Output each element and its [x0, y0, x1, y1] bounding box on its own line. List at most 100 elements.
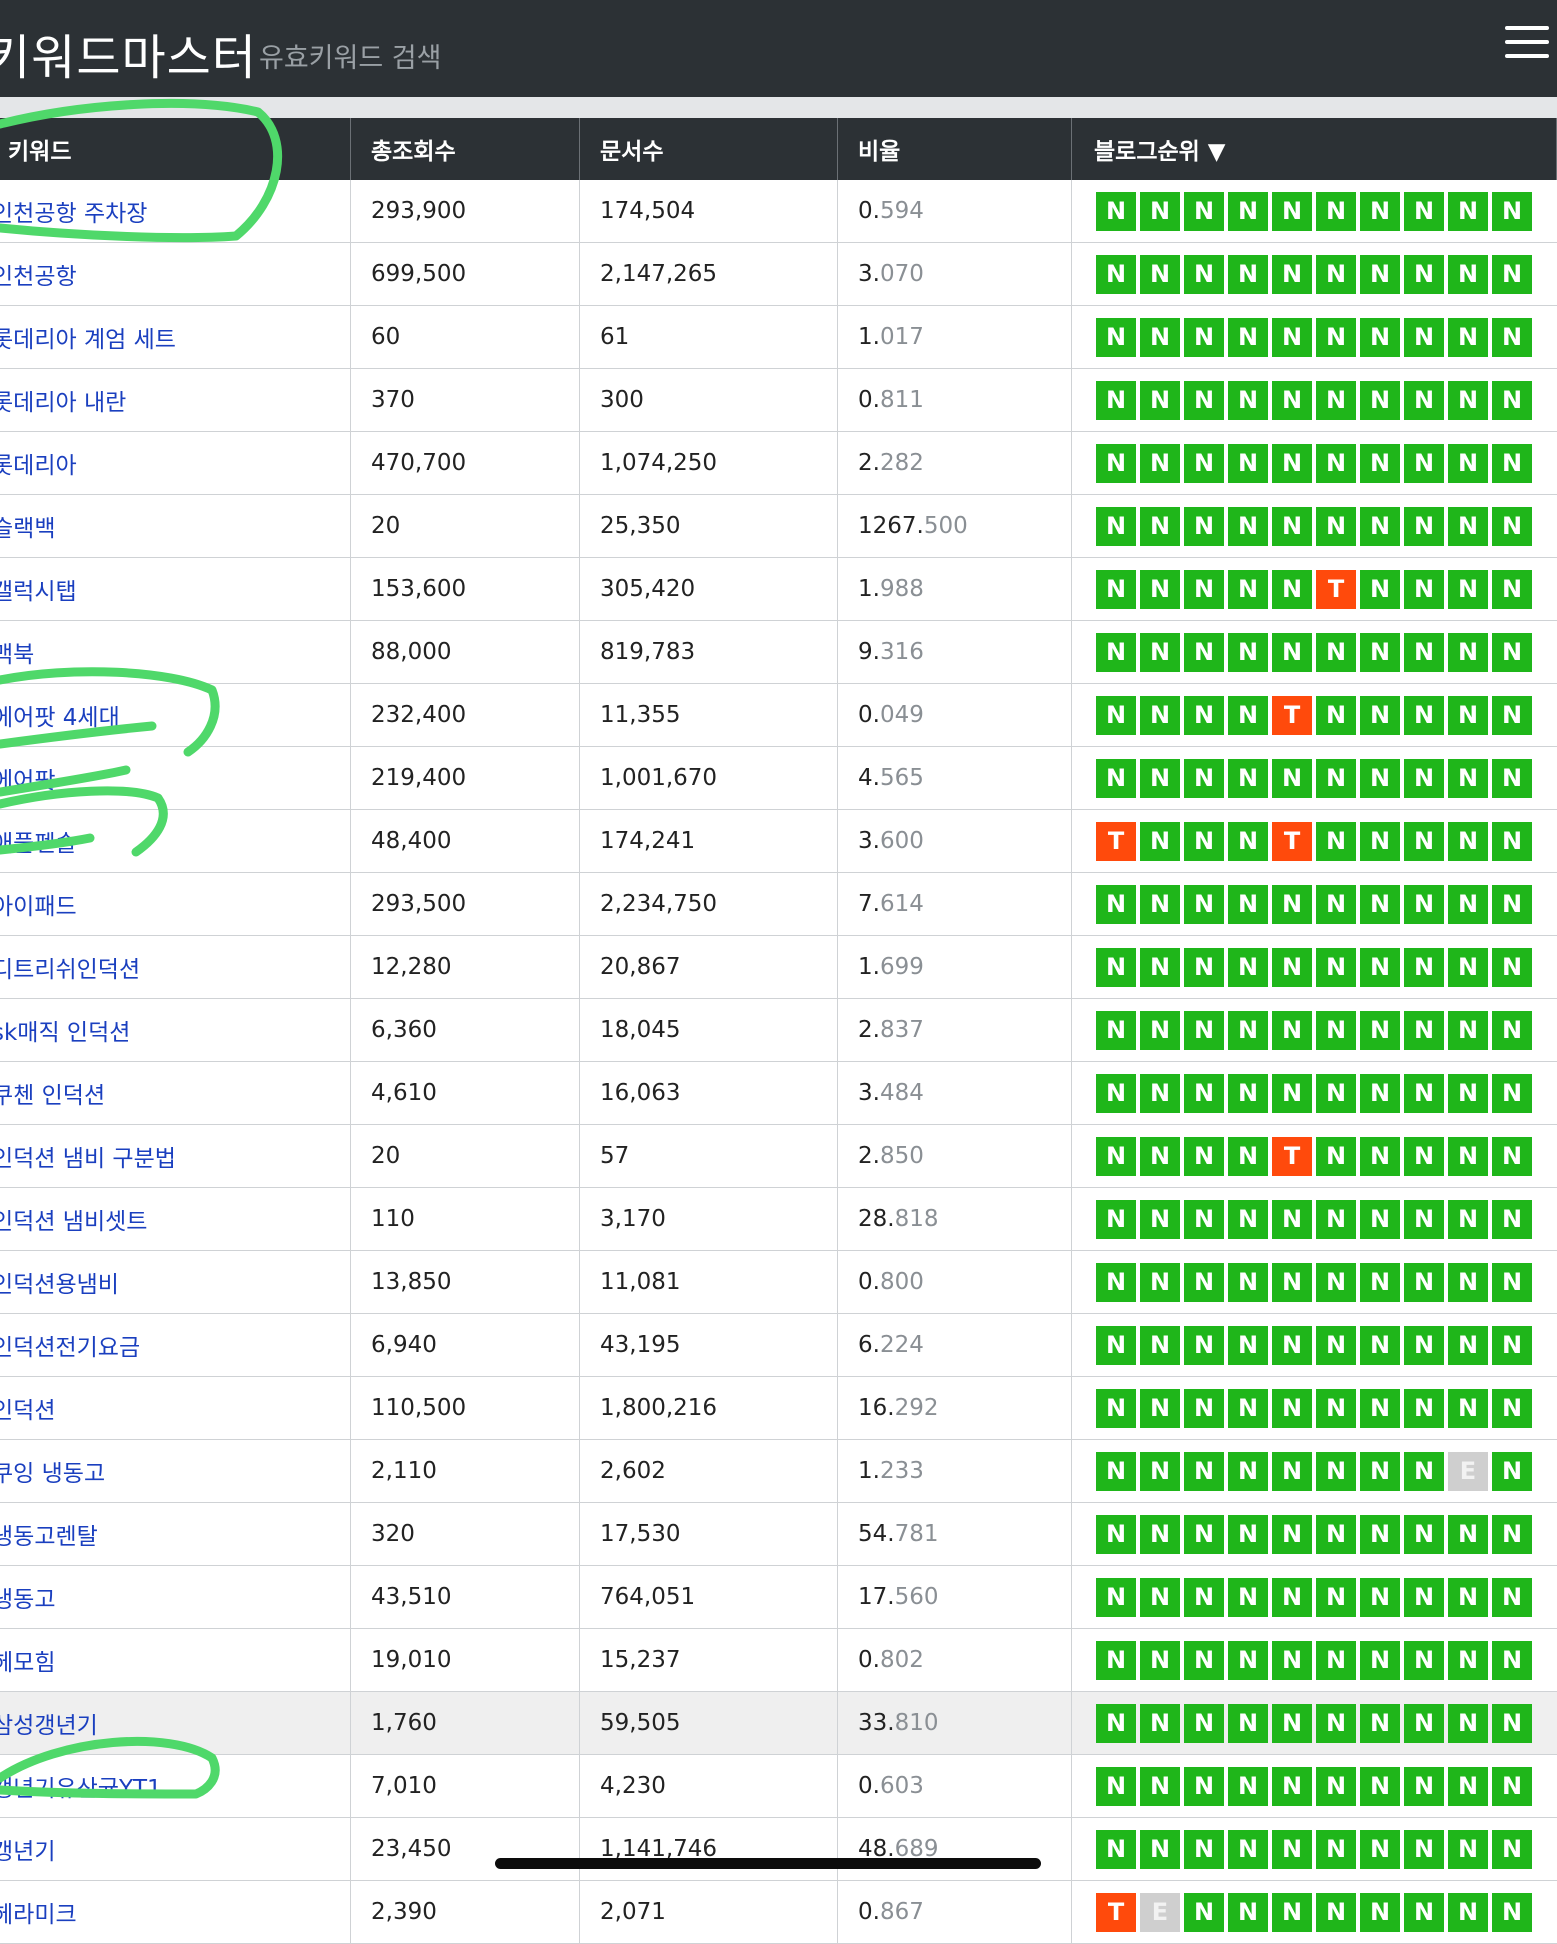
- rank-badge[interactable]: N: [1096, 1199, 1136, 1239]
- table-row[interactable]: 갱년기23,4501,141,74648.689NNNNNNNNNN: [0, 1818, 1557, 1881]
- keyword-link[interactable]: 헤라미크: [0, 1895, 77, 1929]
- rank-badge[interactable]: N: [1404, 758, 1444, 798]
- rank-badge[interactable]: N: [1272, 191, 1312, 231]
- rank-badge[interactable]: N: [1096, 632, 1136, 672]
- rank-badge[interactable]: N: [1316, 695, 1356, 735]
- rank-badge[interactable]: N: [1316, 317, 1356, 357]
- rank-badge[interactable]: N: [1360, 1451, 1400, 1491]
- rank-badge[interactable]: N: [1272, 1010, 1312, 1050]
- rank-badge[interactable]: N: [1140, 1451, 1180, 1491]
- rank-badge[interactable]: N: [1448, 884, 1488, 924]
- rank-badge[interactable]: N: [1404, 1262, 1444, 1302]
- rank-badge[interactable]: N: [1096, 695, 1136, 735]
- table-row[interactable]: 헤라미크 2,390 2,071 0. 867 T E N N N N N N N N: [0, 1881, 1557, 1944]
- rank-badge[interactable]: N: [1360, 1703, 1400, 1743]
- keyword-link[interactable]: 갱년기유산균YT1: [0, 1769, 162, 1803]
- rank-badge[interactable]: N: [1272, 317, 1312, 357]
- rank-badge[interactable]: N: [1360, 1136, 1400, 1176]
- rank-badge[interactable]: N: [1404, 1451, 1444, 1491]
- rank-badge[interactable]: N: [1272, 1073, 1312, 1113]
- rank-badge[interactable]: N: [1360, 1073, 1400, 1113]
- rank-badge[interactable]: N: [1492, 443, 1532, 483]
- rank-badge[interactable]: N: [1140, 632, 1180, 672]
- rank-badge[interactable]: N: [1096, 1262, 1136, 1302]
- rank-badge[interactable]: N: [1140, 695, 1180, 735]
- rank-badge[interactable]: N: [1316, 1892, 1356, 1932]
- rank-badge[interactable]: N: [1404, 1325, 1444, 1365]
- rank-badge[interactable]: N: [1448, 632, 1488, 672]
- rank-badge[interactable]: N: [1272, 443, 1312, 483]
- rank-badge[interactable]: N: [1360, 1766, 1400, 1806]
- rank-badge[interactable]: N: [1228, 1703, 1268, 1743]
- rank-badge[interactable]: N: [1360, 1199, 1400, 1239]
- rank-badge[interactable]: N: [1184, 569, 1224, 609]
- rank-badge[interactable]: N: [1140, 191, 1180, 231]
- rank-badge[interactable]: N: [1360, 1514, 1400, 1554]
- rank-badge[interactable]: N: [1316, 1577, 1356, 1617]
- table-row[interactable]: sk매직 인덕션 6,360 18,045 2. 837 N N N N N N N N N N: [0, 999, 1557, 1062]
- rank-badge[interactable]: N: [1140, 758, 1180, 798]
- rank-badge[interactable]: N: [1140, 1766, 1180, 1806]
- rank-badge[interactable]: N: [1096, 758, 1136, 798]
- rank-badge[interactable]: N: [1184, 1451, 1224, 1491]
- rank-badge[interactable]: N: [1360, 1010, 1400, 1050]
- rank-badge[interactable]: N: [1492, 632, 1532, 672]
- keyword-link[interactable]: 냉동고: [0, 1580, 55, 1614]
- rank-badge[interactable]: N: [1492, 758, 1532, 798]
- rank-badge[interactable]: N: [1272, 380, 1312, 420]
- table-row[interactable]: 에어팟 4세대 232,400 11,355 0. 049 N N N N T N N N N N: [0, 684, 1557, 747]
- rank-badge[interactable]: N: [1096, 1136, 1136, 1176]
- rank-badge[interactable]: N: [1184, 1199, 1224, 1239]
- rank-badge[interactable]: T: [1272, 1136, 1312, 1176]
- keyword-link[interactable]: 인덕션 냄비셋트: [0, 1202, 147, 1236]
- rank-badge[interactable]: N: [1184, 632, 1224, 672]
- rank-badge[interactable]: N: [1492, 1766, 1532, 1806]
- rank-badge[interactable]: E: [1448, 1451, 1488, 1491]
- rank-badge[interactable]: N: [1492, 1829, 1532, 1869]
- rank-badge[interactable]: N: [1492, 1892, 1532, 1932]
- keyword-link[interactable]: 롯데리아 계엄 세트: [0, 320, 176, 354]
- rank-badge[interactable]: N: [1272, 947, 1312, 987]
- rank-badge[interactable]: N: [1316, 1073, 1356, 1113]
- keyword-link[interactable]: 롯데리아: [0, 446, 77, 480]
- rank-badge[interactable]: N: [1448, 506, 1488, 546]
- rank-badge[interactable]: N: [1448, 380, 1488, 420]
- rank-badge[interactable]: N: [1228, 1829, 1268, 1869]
- rank-badge[interactable]: N: [1316, 1451, 1356, 1491]
- rank-badge[interactable]: N: [1140, 380, 1180, 420]
- rank-badge[interactable]: N: [1140, 1199, 1180, 1239]
- rank-badge[interactable]: N: [1184, 1388, 1224, 1428]
- rank-badge[interactable]: N: [1492, 695, 1532, 735]
- rank-badge[interactable]: N: [1140, 1640, 1180, 1680]
- keyword-link[interactable]: 갤럭시탭: [0, 572, 77, 606]
- rank-badge[interactable]: N: [1404, 1388, 1444, 1428]
- rank-badge[interactable]: N: [1096, 569, 1136, 609]
- rank-badge[interactable]: N: [1404, 191, 1444, 231]
- rank-badge[interactable]: N: [1404, 254, 1444, 294]
- rank-badge[interactable]: N: [1228, 317, 1268, 357]
- rank-badge[interactable]: N: [1184, 1703, 1224, 1743]
- rank-badge[interactable]: N: [1360, 1892, 1400, 1932]
- rank-badge[interactable]: N: [1360, 569, 1400, 609]
- rank-badge[interactable]: N: [1316, 443, 1356, 483]
- rank-badge[interactable]: N: [1272, 758, 1312, 798]
- rank-badge[interactable]: N: [1360, 1325, 1400, 1365]
- rank-badge[interactable]: N: [1140, 569, 1180, 609]
- rank-badge[interactable]: N: [1140, 1073, 1180, 1113]
- rank-badge[interactable]: N: [1492, 569, 1532, 609]
- rank-badge[interactable]: N: [1492, 506, 1532, 546]
- rank-badge[interactable]: N: [1316, 1136, 1356, 1176]
- rank-badge[interactable]: N: [1448, 821, 1488, 861]
- rank-badge[interactable]: N: [1404, 1640, 1444, 1680]
- rank-badge[interactable]: N: [1096, 317, 1136, 357]
- rank-badge[interactable]: N: [1272, 1766, 1312, 1806]
- rank-badge[interactable]: N: [1096, 1703, 1136, 1743]
- rank-badge[interactable]: N: [1492, 884, 1532, 924]
- rank-badge[interactable]: N: [1404, 506, 1444, 546]
- rank-badge[interactable]: N: [1448, 1262, 1488, 1302]
- table-row[interactable]: 삼성갱년기 1,760 59,505 33. 810 N N N N N N N N N N: [0, 1692, 1557, 1755]
- rank-badge[interactable]: N: [1228, 632, 1268, 672]
- rank-badge[interactable]: N: [1448, 1388, 1488, 1428]
- rank-badge[interactable]: N: [1228, 695, 1268, 735]
- keyword-link[interactable]: 맥북: [0, 635, 34, 669]
